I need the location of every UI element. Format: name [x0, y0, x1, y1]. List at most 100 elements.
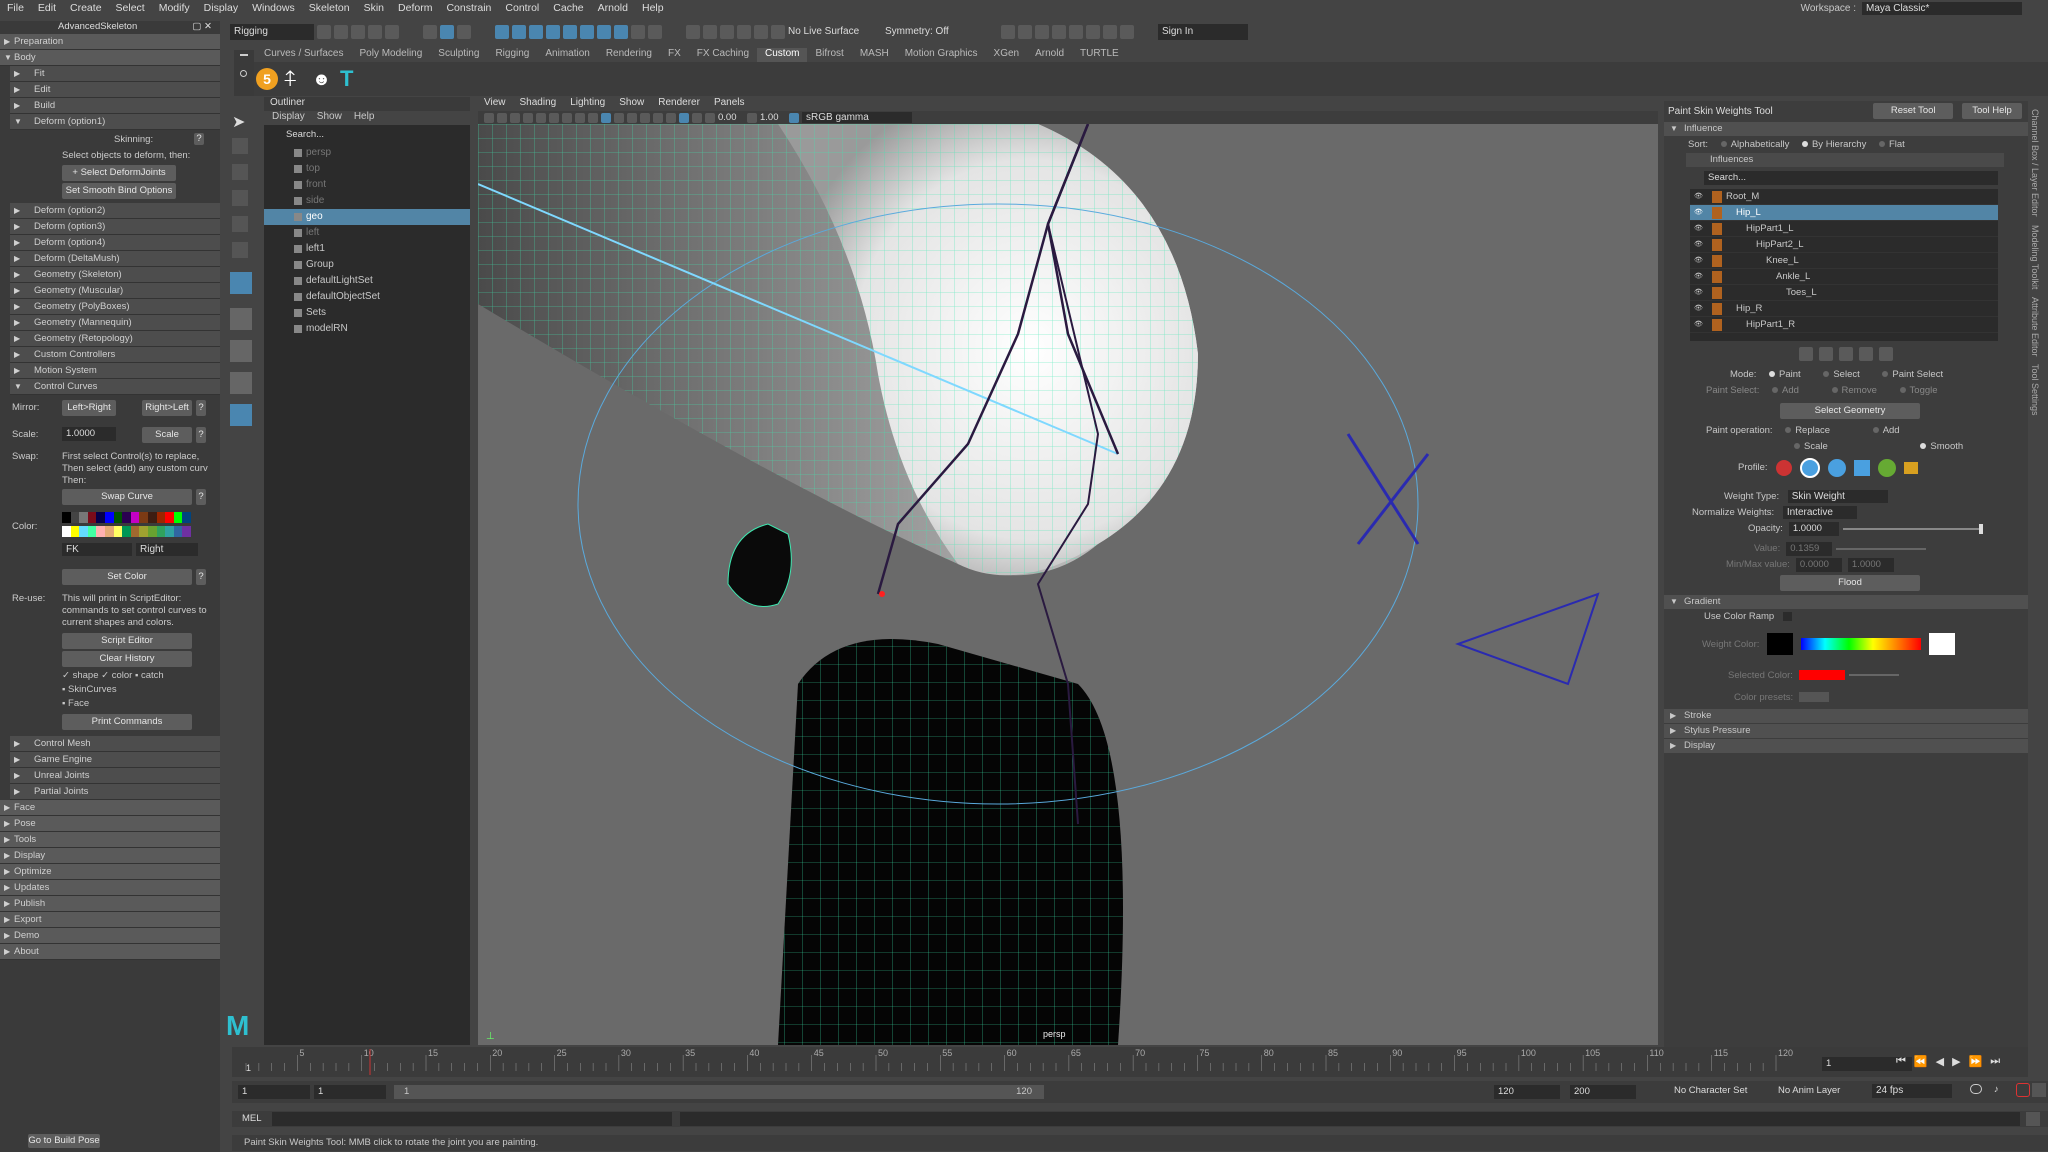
color-swatch[interactable] — [96, 526, 105, 537]
four-view-icon[interactable] — [230, 340, 252, 362]
influence-knee_l[interactable]: 👁 Knee_L — [1690, 253, 1998, 269]
symmetry-dropdown[interactable]: Symmetry: Off — [885, 26, 975, 37]
color-swatch[interactable] — [113, 512, 123, 523]
menu-file[interactable]: File — [0, 2, 31, 14]
influence-root_m[interactable]: 👁 Root_M — [1690, 189, 1998, 205]
opacity-slider[interactable] — [1842, 524, 1983, 534]
colorspace-dropdown[interactable]: sRGB gamma — [802, 112, 912, 123]
outliner-item-persp[interactable]: persp — [264, 145, 470, 161]
gamma-icon[interactable] — [747, 112, 757, 123]
menu-help[interactable]: Help — [635, 2, 671, 14]
advanced-skeleton-icon[interactable]: 5 — [256, 68, 278, 90]
time-slider[interactable]: 5 10 15 20 25 30 35 40 45 50 55 60 65 70 75 80 85 90 95 100… — [232, 1047, 2028, 1077]
influence-section[interactable]: ▼ Influence — [1664, 122, 2028, 136]
copy-weights-icon[interactable] — [1799, 347, 1813, 361]
image-brush-icon[interactable] — [1877, 459, 1896, 477]
print-commands-button[interactable]: Print Commands — [62, 714, 192, 730]
section-updates[interactable]: ▶ Updates — [0, 880, 220, 896]
section-preparation[interactable]: ▶ Preparation — [0, 34, 220, 50]
outliner-menu-help[interactable]: Help — [354, 111, 375, 125]
exposure-value[interactable]: 0.00 — [718, 112, 744, 123]
mirror-help-button[interactable]: ? — [196, 400, 206, 416]
color-swatch[interactable] — [96, 512, 105, 523]
color-swatch[interactable] — [79, 512, 88, 523]
shelf-tab-mash[interactable]: MASH — [852, 48, 897, 62]
menu-control[interactable]: Control — [498, 2, 546, 14]
section-export[interactable]: ▶ Export — [0, 912, 220, 928]
shelf-tab-curves-surfaces[interactable]: Curves / Surfaces — [256, 48, 351, 62]
section-tools[interactable]: ▶ Tools — [0, 832, 220, 848]
left-sub-game-engine[interactable]: ▶ Game Engine — [10, 752, 220, 768]
side-tab-3[interactable]: Tool Settings — [2030, 364, 2040, 416]
visibility-eye-icon[interactable]: 👁 — [1694, 317, 1703, 333]
resolution-gate-icon[interactable] — [562, 112, 572, 123]
menu-modify[interactable]: Modify — [152, 2, 197, 14]
paint-select-add[interactable]: Add — [1782, 385, 1799, 396]
step-back-icon[interactable]: ◀ — [1936, 1055, 1944, 1068]
script-editor-icon[interactable] — [2026, 1112, 2040, 1126]
render-setup-icon[interactable] — [1086, 24, 1100, 39]
min-field[interactable]: 0.0000 — [1795, 558, 1842, 572]
menu-select[interactable]: Select — [109, 2, 152, 14]
outliner-item-modelrn[interactable]: modelRN — [264, 321, 470, 337]
sort-alphabetically[interactable]: Alphabetically — [1731, 139, 1790, 150]
biped-skeleton-icon[interactable]: ⍏ — [284, 66, 306, 92]
shelf-tab-bifrost[interactable]: Bifrost — [807, 48, 851, 62]
render-view-icon[interactable] — [1001, 24, 1015, 39]
outliner-menu-show[interactable]: Show — [317, 111, 342, 125]
menu-arnold[interactable]: Arnold — [591, 2, 635, 14]
menu-edit[interactable]: Edit — [31, 2, 63, 14]
scale-help-button[interactable]: ? — [196, 427, 206, 443]
camera-select-icon[interactable] — [484, 112, 494, 123]
weight-color-ramp[interactable] — [1801, 638, 1922, 650]
color-swatch[interactable] — [70, 512, 80, 523]
workspace-selector[interactable]: Workspace : Maya Classic* — [1801, 2, 2022, 15]
wireframe-on-shaded-icon[interactable] — [601, 112, 611, 123]
paint-select-tool-icon[interactable] — [232, 164, 248, 180]
shelf-tab-xgen[interactable]: XGen — [986, 48, 1028, 62]
outliner-item-group[interactable]: Group — [264, 257, 470, 273]
shelf-tab-arnold[interactable]: Arnold — [1027, 48, 1072, 62]
section-body[interactable]: ▼ Body — [0, 50, 220, 66]
persp-outliner-icon[interactable] — [230, 372, 252, 394]
lock-selection-icon[interactable] — [631, 24, 645, 39]
shelf-tab-motion-graphics[interactable]: Motion Graphics — [897, 48, 986, 62]
loop-icon[interactable] — [1970, 1084, 1982, 1094]
section-pose[interactable]: ▶ Pose — [0, 816, 220, 832]
left-sub-partial-joints[interactable]: ▶ Partial Joints — [10, 784, 220, 800]
menu-skeleton[interactable]: Skeleton — [302, 2, 357, 14]
render-frame-icon[interactable] — [1018, 24, 1032, 39]
value-field[interactable]: 0.1359 — [1786, 542, 1833, 556]
outliner-item-left1[interactable]: left1 — [264, 241, 470, 257]
shelf-tab-poly-modeling[interactable]: Poly Modeling — [351, 48, 430, 62]
color-swatch[interactable] — [165, 512, 174, 523]
outliner-layout-icon[interactable] — [230, 404, 252, 426]
mel-label[interactable]: MEL — [242, 1113, 262, 1124]
rotate-tool-icon[interactable] — [232, 216, 248, 232]
panel-float-icon[interactable]: ▢ ✕ — [192, 21, 212, 34]
weight-color-white[interactable] — [1929, 633, 1956, 655]
outliner-item-defaultobjectset[interactable]: defaultObjectSet — [264, 289, 470, 305]
lock-icon[interactable] — [1712, 255, 1722, 267]
undo-icon[interactable] — [368, 24, 382, 39]
film-gate-icon[interactable] — [549, 112, 559, 123]
script-editor-button[interactable]: Script Editor — [62, 633, 192, 649]
lock-icon[interactable] — [1712, 207, 1722, 219]
left-item-9[interactable]: ▶ Custom Controllers — [10, 347, 220, 363]
left-sub-unreal-joints[interactable]: ▶ Unreal Joints — [10, 768, 220, 784]
lasso-tool-icon[interactable] — [232, 138, 248, 154]
scale-button[interactable]: Scale — [142, 427, 192, 443]
normalize-dropdown[interactable]: Interactive — [1782, 506, 1857, 519]
max-field[interactable]: 1.0000 — [1847, 558, 1894, 572]
shelf-tab-rigging[interactable]: Rigging — [487, 48, 537, 62]
color-presets-swatches[interactable] — [1799, 692, 1830, 702]
audio-icon[interactable]: ♪ — [1994, 1084, 1999, 1095]
mask-locators-icon[interactable] — [614, 24, 628, 39]
selected-color-swatch[interactable] — [1798, 670, 1845, 680]
outliner-item-top[interactable]: top — [264, 161, 470, 177]
color-swatch[interactable] — [156, 512, 166, 523]
shelf-tab-animation[interactable]: Animation — [537, 48, 597, 62]
op-add[interactable]: Add — [1883, 425, 1900, 436]
mirror-left-right-button[interactable]: Left>Right — [62, 400, 116, 416]
reset-tool-button[interactable]: Reset Tool — [1873, 103, 1954, 119]
